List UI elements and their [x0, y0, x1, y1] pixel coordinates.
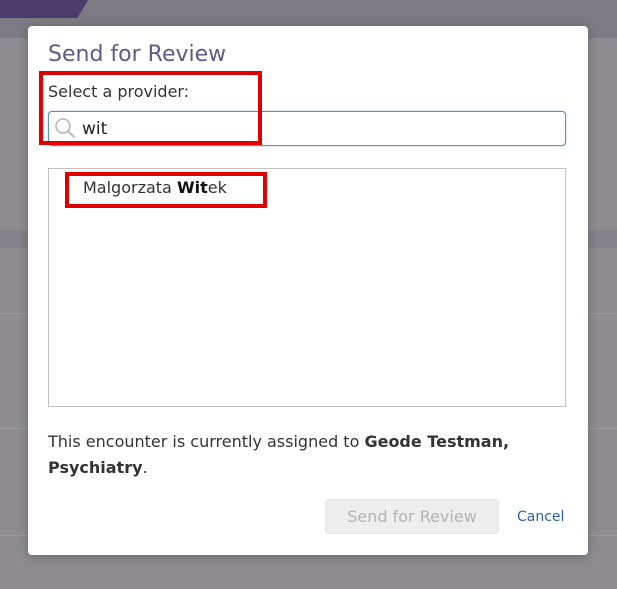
assignment-message: This encounter is currently assigned to …	[48, 429, 568, 481]
provider-search-box[interactable]	[48, 111, 566, 146]
app-top-tab	[0, 0, 88, 18]
assignment-prefix: This encounter is currently assigned to	[48, 432, 365, 451]
result-name-prefix: Malgorzata	[83, 178, 177, 197]
result-name-suffix: ek	[207, 178, 227, 197]
search-icon	[54, 117, 76, 139]
send-for-review-button[interactable]: Send for Review	[325, 499, 499, 534]
provider-result-item[interactable]: Malgorzata Witek	[83, 177, 227, 199]
cancel-link[interactable]: Cancel	[517, 507, 564, 527]
provider-label: Select a provider:	[48, 82, 190, 101]
dialog-title: Send for Review	[48, 42, 227, 67]
send-for-review-dialog: Send for Review Select a provider: Malgo…	[28, 26, 588, 555]
provider-results-list: Malgorzata Witek	[48, 168, 566, 407]
provider-search-input[interactable]	[82, 112, 552, 145]
assignment-suffix: .	[142, 458, 148, 477]
result-name-match: Wit	[176, 178, 208, 197]
